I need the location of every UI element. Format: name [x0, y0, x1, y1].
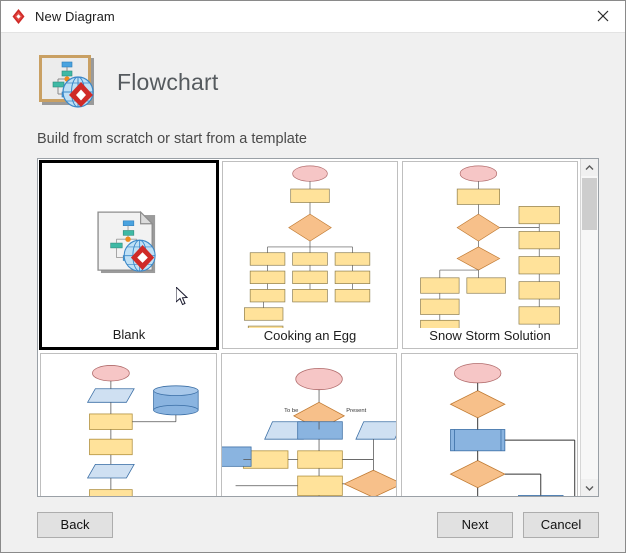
template-cell-blank[interactable]: Blank: [39, 160, 219, 350]
next-button[interactable]: Next: [437, 512, 513, 538]
close-icon[interactable]: [580, 1, 625, 31]
dialog-header: Flowchart: [1, 33, 625, 131]
cancel-button[interactable]: Cancel: [523, 512, 599, 538]
template-label: Snow Storm Solution: [403, 328, 577, 348]
template-label: Blank: [42, 327, 216, 347]
red-diamond-icon: [10, 8, 27, 25]
svg-text:Present: Present: [346, 408, 366, 414]
flowchart-board-globe-icon: [37, 54, 99, 111]
template-cell-process-blue[interactable]: [401, 353, 578, 496]
template-cell-data-process[interactable]: [40, 353, 217, 496]
template-cell-decision-tree[interactable]: To be Present: [221, 353, 398, 496]
flowchart-decision-tree-thumbnail: To be Present: [222, 354, 397, 496]
subtitle-label: Build from scratch or start from a templ…: [1, 131, 625, 158]
template-grid: Blank: [38, 159, 580, 496]
template-gallery: Blank: [37, 158, 599, 497]
page-title: Flowchart: [117, 69, 219, 96]
blank-document-icon: [42, 163, 216, 327]
template-cell-cooking-an-egg[interactable]: Cooking an Egg: [222, 161, 398, 349]
template-label: Cooking an Egg: [223, 328, 397, 348]
chevron-down-icon[interactable]: [581, 479, 598, 496]
gallery-scrollbar[interactable]: [580, 159, 598, 496]
window-title: New Diagram: [35, 9, 115, 24]
dialog-footer: Back Next Cancel: [1, 497, 625, 552]
flowchart-snow-storm-thumbnail: [403, 162, 577, 328]
template-grid-row: Blank: [38, 159, 580, 351]
template-cell-snow-storm-solution[interactable]: Snow Storm Solution: [402, 161, 578, 349]
template-grid-row: To be Present: [38, 351, 580, 496]
chevron-up-icon[interactable]: [581, 159, 598, 176]
flowchart-cooking-egg-thumbnail: [223, 162, 397, 328]
titlebar: New Diagram: [1, 1, 625, 33]
scrollbar-thumb[interactable]: [582, 178, 597, 230]
flowchart-process-blue-thumbnail: [402, 354, 577, 496]
back-button[interactable]: Back: [37, 512, 113, 538]
scrollbar-track[interactable]: [581, 176, 598, 479]
flowchart-data-process-thumbnail: [41, 354, 216, 496]
new-diagram-dialog: New Diagram: [0, 0, 626, 553]
svg-text:To be: To be: [284, 408, 298, 414]
template-grid-viewport: Blank: [38, 159, 580, 496]
